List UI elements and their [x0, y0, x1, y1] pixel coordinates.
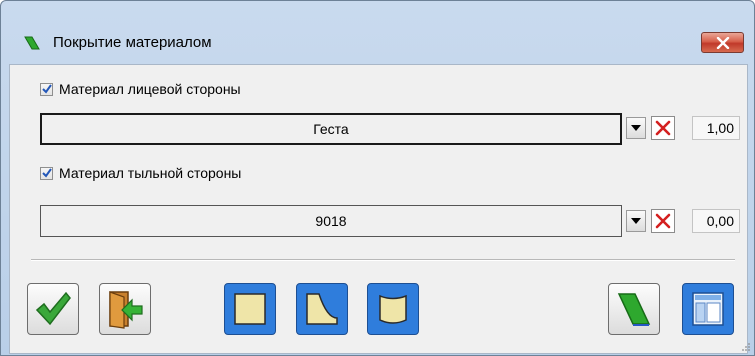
back-material-clear-button[interactable]	[651, 209, 675, 233]
flat-panel-button[interactable]	[224, 283, 276, 335]
checkmark-icon	[41, 84, 52, 94]
front-material-value: Геста	[313, 121, 349, 137]
close-button[interactable]	[701, 32, 744, 53]
exit-button[interactable]	[99, 283, 151, 335]
resize-grip-icon[interactable]	[741, 342, 751, 352]
front-material-checkbox[interactable]	[40, 82, 53, 96]
back-material-combo[interactable]: 9018	[40, 205, 622, 237]
material-button[interactable]	[608, 283, 660, 335]
back-material-checkbox[interactable]	[40, 166, 53, 180]
separator	[31, 259, 735, 261]
front-material-thickness: 1,00	[692, 116, 740, 140]
material-swatch-icon	[617, 293, 651, 326]
chevron-down-icon	[631, 218, 641, 224]
back-material-checkbox-row[interactable]: Материал тыльной стороны	[40, 165, 241, 181]
back-material-label: Материал тыльной стороны	[59, 165, 242, 181]
front-material-label: Материал лицевой стороны	[59, 81, 241, 97]
front-material-clear-button[interactable]	[651, 116, 675, 140]
front-material-combo[interactable]: Геста	[40, 113, 622, 145]
front-material-dropdown-button[interactable]	[626, 117, 646, 139]
checkmark-icon	[41, 168, 52, 178]
back-material-dropdown-button[interactable]	[626, 210, 646, 232]
back-material-value: 9018	[315, 213, 347, 229]
curved-profile-button[interactable]	[296, 283, 348, 335]
dialog-window: Покрытие материалом Материал лицевой сто…	[0, 0, 755, 356]
checkmark-icon	[35, 291, 71, 326]
red-x-icon	[655, 120, 671, 136]
material-icon	[23, 34, 41, 52]
window-title: Покрытие материалом	[53, 34, 212, 51]
bent-panel-icon	[379, 294, 407, 324]
chevron-down-icon	[631, 125, 641, 131]
bent-panel-button[interactable]	[367, 283, 419, 335]
flat-panel-icon	[234, 293, 266, 325]
exit-door-icon	[109, 291, 143, 329]
close-icon	[716, 36, 729, 49]
curved-profile-icon	[306, 293, 338, 325]
back-material-thickness: 0,00	[692, 209, 740, 233]
front-material-checkbox-row[interactable]: Материал лицевой стороны	[40, 81, 241, 97]
ok-button[interactable]	[27, 283, 79, 335]
red-x-icon	[655, 213, 671, 229]
layout-button[interactable]	[682, 283, 734, 335]
title-bar: Покрытие материалом	[1, 1, 754, 57]
window-layout-icon	[692, 292, 724, 326]
